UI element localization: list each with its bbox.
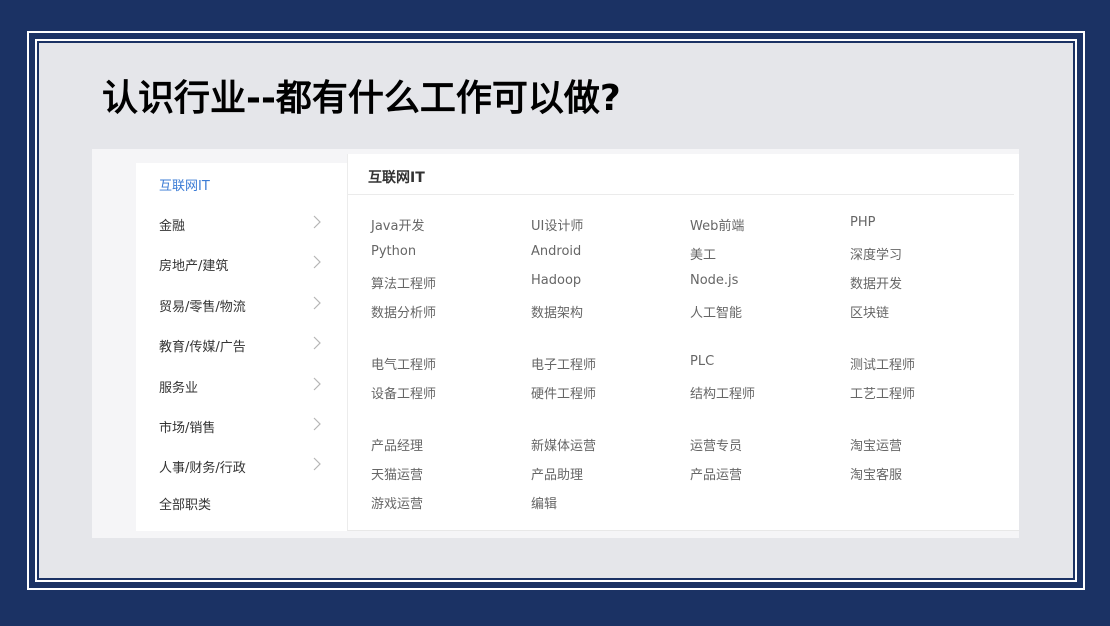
menu-item-label: 市场/销售 [159, 421, 216, 436]
job-link[interactable]: 工艺工程师 [850, 383, 915, 402]
job-link[interactable]: Python [371, 244, 416, 259]
job-link[interactable]: 新媒体运营 [531, 435, 596, 454]
job-link[interactable]: UI设计师 [531, 215, 583, 234]
job-link[interactable]: 淘宝客服 [850, 464, 902, 483]
job-link[interactable]: 电气工程师 [371, 354, 436, 373]
menu-item-label: 金融 [159, 219, 186, 234]
job-link[interactable]: 数据架构 [531, 302, 583, 321]
job-link[interactable]: 设备工程师 [371, 383, 436, 402]
chevron-right-icon [313, 296, 321, 310]
menu-item-1[interactable]: 金融 [136, 203, 347, 243]
job-link[interactable]: Hadoop [531, 273, 581, 288]
menu-item-8[interactable]: 全部职类 [136, 482, 347, 522]
job-link[interactable]: Android [531, 244, 581, 259]
job-link[interactable]: 运营专员 [690, 435, 742, 454]
job-link[interactable]: 深度学习 [850, 244, 902, 263]
job-link[interactable]: 数据开发 [850, 273, 902, 292]
chevron-right-icon [313, 457, 321, 471]
job-link[interactable]: PLC [690, 354, 714, 369]
job-link[interactable]: 产品运营 [690, 464, 742, 483]
job-link[interactable]: 算法工程师 [371, 273, 436, 292]
slide-title: 认识行业--都有什么工作可以做? [102, 78, 621, 119]
job-link[interactable]: PHP [850, 215, 875, 230]
job-link[interactable]: 美工 [690, 244, 716, 263]
job-link[interactable]: 测试工程师 [850, 354, 915, 373]
job-link[interactable]: 数据分析师 [371, 302, 436, 321]
menu-item-label: 互联网IT [159, 179, 210, 194]
chevron-right-icon [313, 255, 321, 269]
menu-item-3[interactable]: 贸易/零售/物流 [136, 284, 347, 324]
job-link[interactable]: 产品助理 [531, 464, 583, 483]
job-link[interactable]: 区块链 [850, 302, 889, 321]
job-link[interactable]: 淘宝运营 [850, 435, 902, 454]
job-link[interactable]: 天猫运营 [371, 464, 423, 483]
chevron-right-icon [313, 417, 321, 431]
menu-item-label: 全部职类 [159, 498, 212, 513]
job-link[interactable]: 人工智能 [690, 302, 742, 321]
menu-item-2[interactable]: 房地产/建筑 [136, 243, 347, 283]
menu-item-label: 房地产/建筑 [159, 259, 229, 274]
menu-item-label: 教育/传媒/广告 [159, 340, 246, 355]
panel-divider [348, 194, 1014, 195]
job-link[interactable]: 结构工程师 [690, 383, 755, 402]
menu-item-label: 贸易/零售/物流 [159, 300, 246, 315]
chevron-right-icon [313, 336, 321, 350]
menu-item-4[interactable]: 教育/传媒/广告 [136, 324, 347, 364]
chevron-right-icon [313, 377, 321, 391]
job-link[interactable]: 游戏运营 [371, 493, 423, 512]
job-panel: 互联网IT Java开发 UI设计师 Web前端 PHP Python Android 美工… [347, 154, 1019, 531]
menu-item-7[interactable]: 人事/财务/行政 [136, 445, 347, 485]
job-link[interactable]: 电子工程师 [531, 354, 596, 373]
menu-item-6[interactable]: 市场/销售 [136, 405, 347, 445]
menu-item-label: 人事/财务/行政 [159, 461, 246, 476]
chevron-right-icon [313, 215, 321, 229]
job-link[interactable]: Web前端 [690, 215, 744, 234]
category-menu: 互联网IT 金融房地产/建筑贸易/零售/物流 教育/传媒/广告 服务业市场/销售人事/… [136, 163, 347, 531]
menu-item-0[interactable]: 互联网IT [136, 163, 347, 203]
job-link[interactable]: 产品经理 [371, 435, 423, 454]
menu-item-5[interactable]: 服务业 [136, 365, 347, 405]
job-link[interactable]: Node.js [690, 273, 738, 288]
job-link[interactable]: 硬件工程师 [531, 383, 596, 402]
menu-item-label: 服务业 [159, 381, 199, 396]
job-link[interactable]: 编辑 [531, 493, 557, 512]
job-link[interactable]: Java开发 [371, 215, 424, 234]
panel-title: 互联网IT [368, 170, 425, 186]
